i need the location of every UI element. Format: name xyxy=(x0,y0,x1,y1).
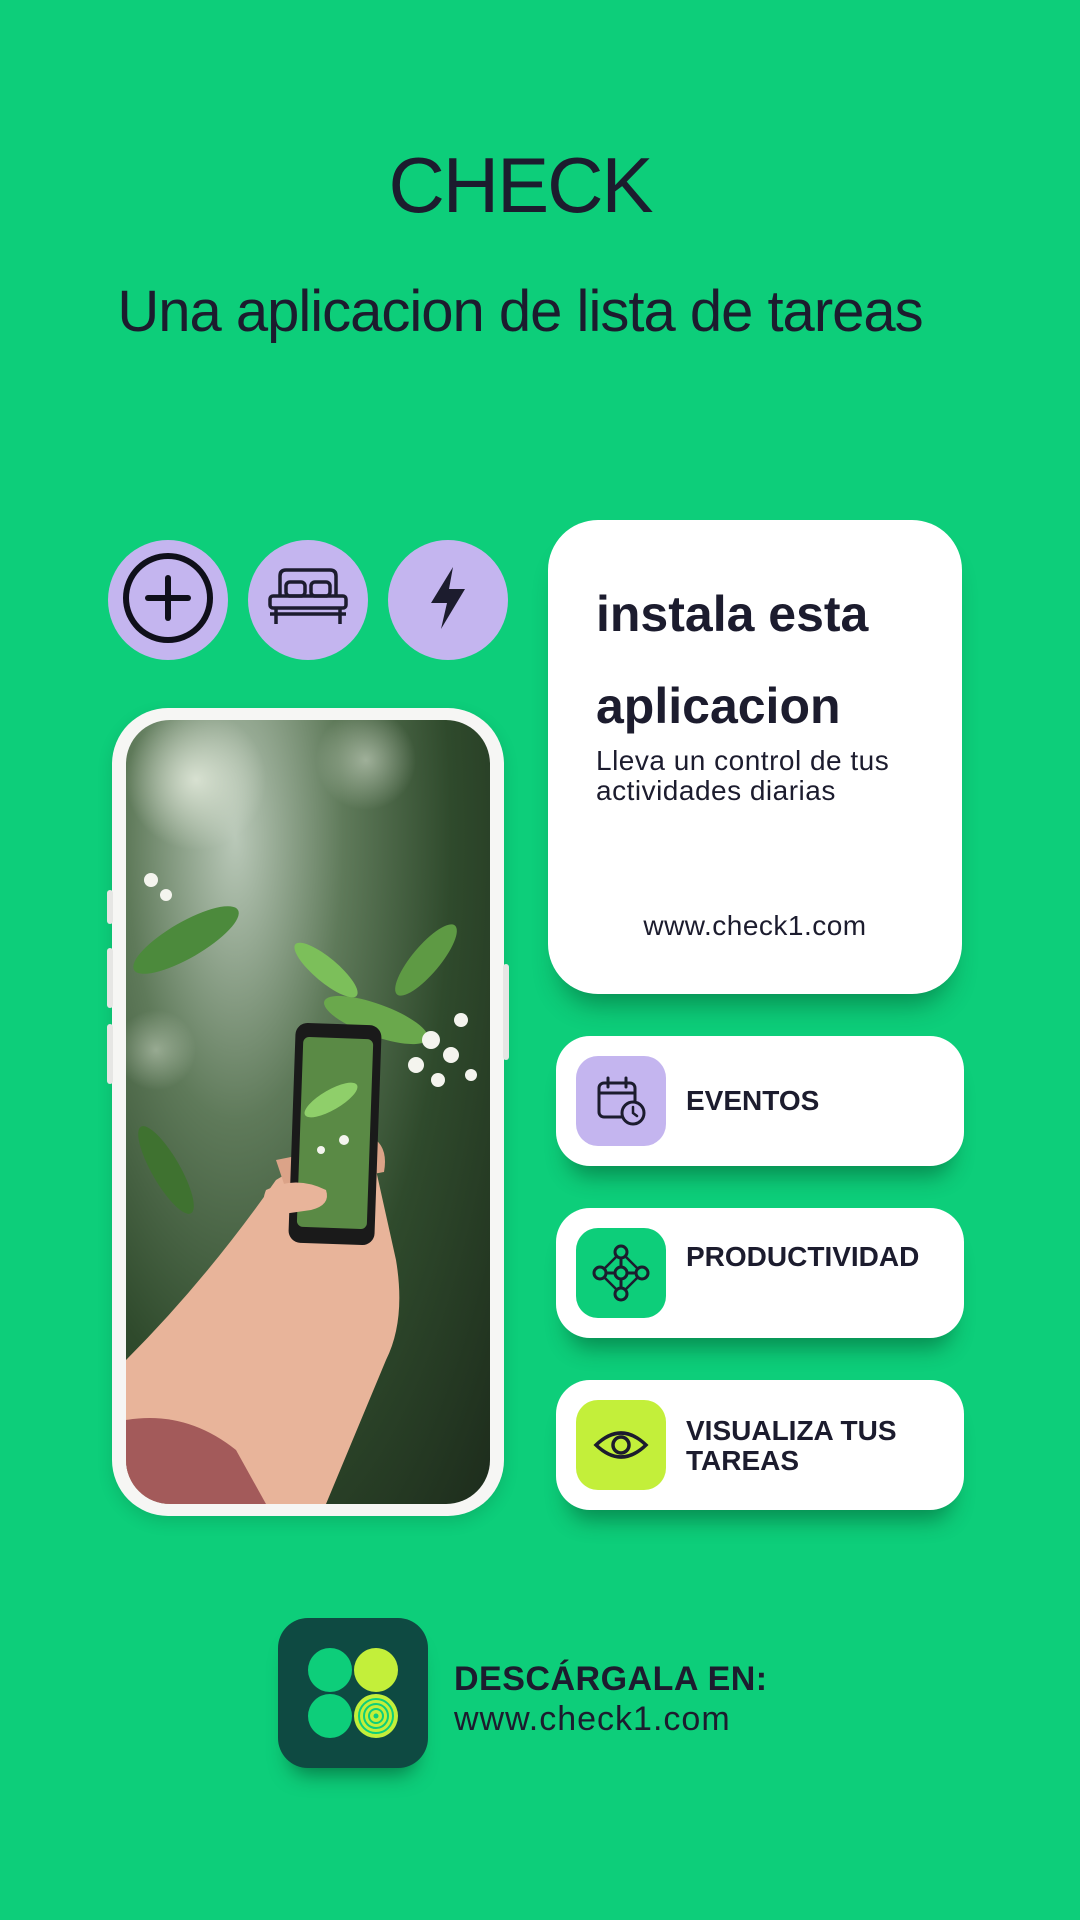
app-title: CHECK xyxy=(388,141,653,229)
install-url-link[interactable]: www.check1.com xyxy=(548,910,962,942)
install-description: Lleva un control de tus actividades diar… xyxy=(596,745,890,806)
app-subtitle: Una aplicacion de lista de tareas xyxy=(117,279,923,344)
download-url-link[interactable]: www.check1.com xyxy=(454,1700,731,1739)
add-button[interactable] xyxy=(108,540,228,660)
lightning-icon xyxy=(425,565,471,636)
phone-side-button xyxy=(107,1024,113,1084)
calendar-clock-icon xyxy=(576,1056,666,1146)
feature-card-visualiza[interactable]: VISUALIZA TUS TAREAS xyxy=(556,1380,964,1510)
feature-label: PRODUCTIVIDAD xyxy=(686,1241,920,1272)
phone-screen-photo xyxy=(126,720,490,1504)
plus-circle-icon xyxy=(122,552,214,649)
flowers-photo xyxy=(126,720,477,1504)
phone-side-button xyxy=(107,948,113,1008)
bed-icon xyxy=(266,566,350,635)
install-heading: instala esta aplicacion xyxy=(596,568,936,752)
nodes-icon xyxy=(576,1228,666,1318)
feature-label: EVENTOS xyxy=(686,1085,820,1116)
quick-button[interactable] xyxy=(388,540,508,660)
install-card[interactable]: instala esta aplicacion Lleva un control… xyxy=(548,520,962,994)
feature-card-eventos[interactable]: EVENTOS xyxy=(556,1036,964,1166)
eye-icon xyxy=(576,1400,666,1490)
feature-label: VISUALIZA TUS TAREAS xyxy=(686,1415,897,1476)
download-label: DESCÁRGALA EN: xyxy=(454,1660,768,1698)
feature-card-productividad[interactable]: PRODUCTIVIDAD xyxy=(556,1208,964,1338)
phone-side-button xyxy=(503,964,509,1060)
install-heading-line2: aplicacion xyxy=(596,678,841,734)
install-heading-line1: instala esta xyxy=(596,586,869,642)
phone-mockup xyxy=(107,708,509,1516)
app-logo-icon[interactable] xyxy=(278,1618,428,1768)
phone-side-button xyxy=(107,890,113,924)
sleep-button[interactable] xyxy=(248,540,368,660)
